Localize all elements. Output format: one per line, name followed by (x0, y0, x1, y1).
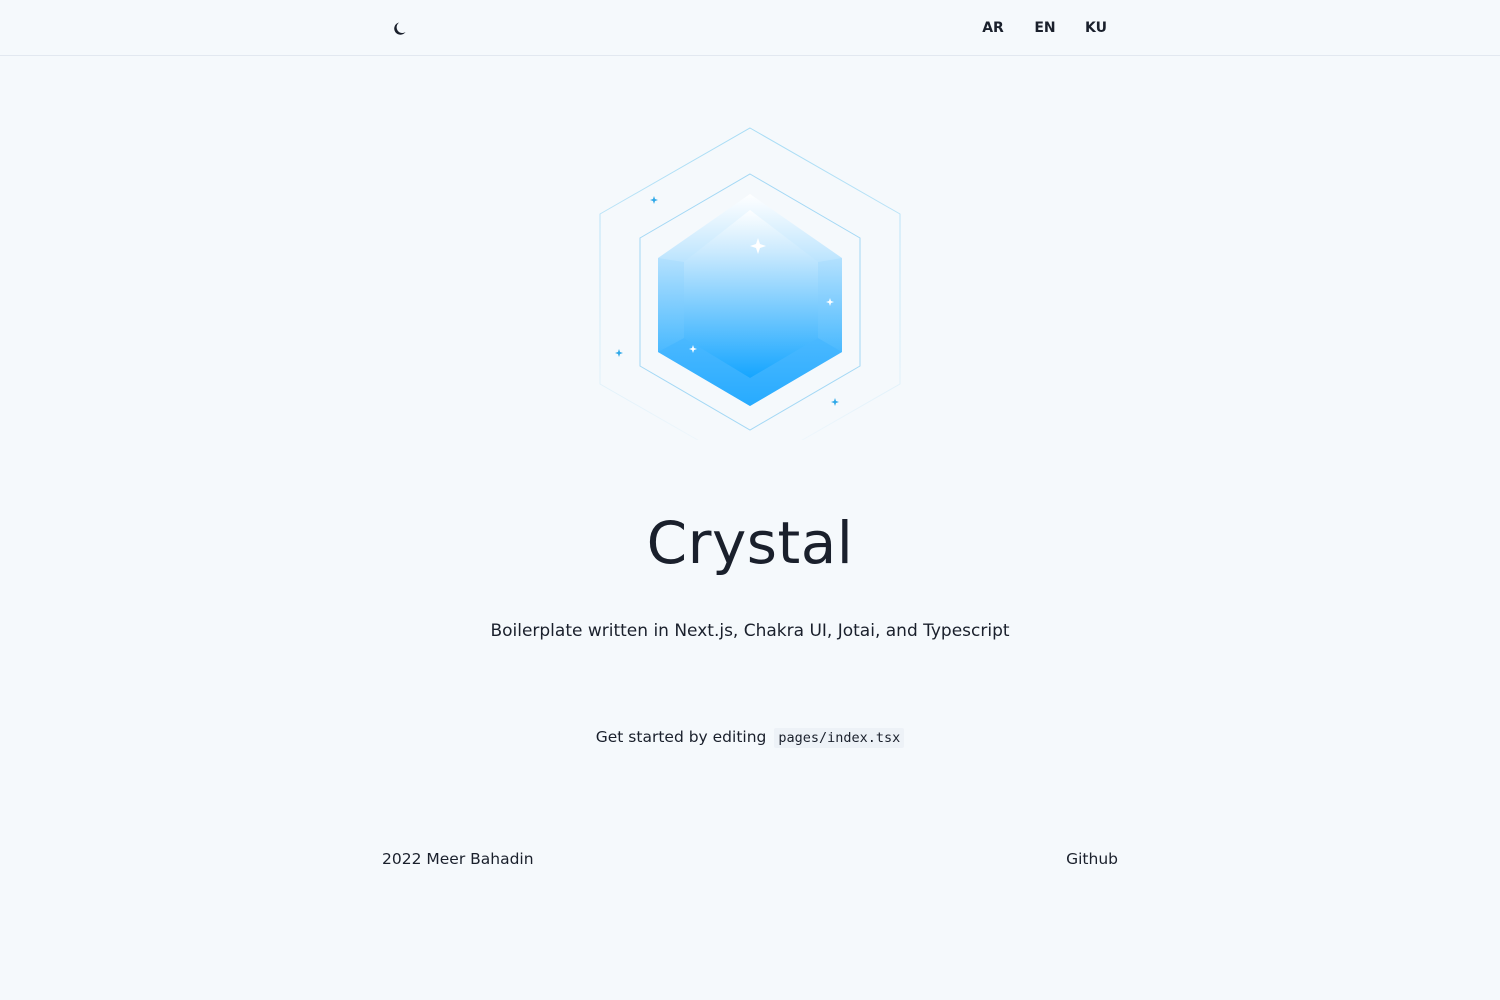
crystal-logo (590, 120, 910, 471)
moon-icon (394, 22, 406, 35)
language-ar-button[interactable]: AR (970, 18, 1016, 38)
theme-toggle-button[interactable] (392, 18, 412, 38)
page-title: Crystal (646, 509, 854, 577)
footer-copyright: 2022 Meer Bahadin (382, 850, 534, 868)
github-link[interactable]: Github (1066, 848, 1118, 870)
language-en-button[interactable]: EN (1022, 18, 1068, 38)
get-started-code: pages/index.tsx (774, 728, 905, 748)
language-ku-button[interactable]: KU (1073, 18, 1119, 38)
crystal-gem-icon (599, 127, 901, 471)
get-started-text: Get started by editing pages/index.tsx (0, 725, 1500, 750)
top-navbar: AR EN KU (0, 0, 1500, 56)
page-subtitle: Boilerplate written in Next.js, Chakra U… (490, 621, 1010, 641)
get-started-label: Get started by editing (595, 728, 767, 746)
